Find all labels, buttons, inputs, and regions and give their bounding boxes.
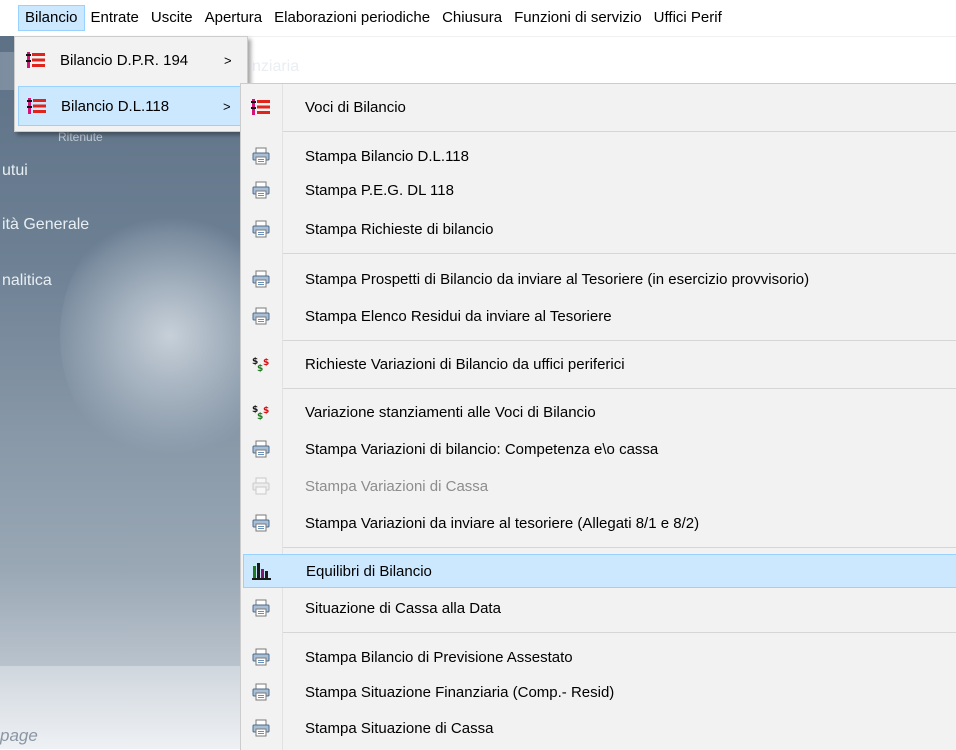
dollar-icon: $ $ $ bbox=[243, 403, 279, 421]
printer-icon bbox=[243, 147, 279, 165]
list-red-icon bbox=[18, 51, 54, 69]
printer-icon bbox=[243, 599, 279, 617]
menu-bar: Bilancio Entrate Uscite Apertura Elabora… bbox=[0, 0, 956, 37]
submenu-item-label: Bilancio D.L.118 bbox=[61, 97, 170, 115]
menu-item-label: Voci di Bilancio bbox=[305, 98, 406, 116]
menu-item-stampa-situazione-finanziaria[interactable]: Stampa Situazione Finanziaria (Comp.- Re… bbox=[243, 675, 956, 709]
printer-icon bbox=[243, 307, 279, 325]
printer-icon bbox=[243, 477, 279, 495]
menu-item-label: Stampa Elenco Residui da inviare al Teso… bbox=[305, 307, 612, 325]
menu-item-label: Stampa Richieste di bilancio bbox=[305, 220, 494, 238]
nav-item-contabilita-generale[interactable]: ità Generale bbox=[2, 216, 89, 234]
menu-item-label: Stampa Prospetti di Bilancio da inviare … bbox=[305, 270, 810, 288]
menu-item-stampa-bilancio-dl118[interactable]: Stampa Bilancio D.L.118 bbox=[243, 139, 956, 173]
printer-icon bbox=[243, 220, 279, 238]
svg-text:$: $ bbox=[263, 358, 269, 368]
nav-item-mutui[interactable]: utui bbox=[2, 162, 28, 180]
menu-separator bbox=[283, 632, 956, 633]
bar-chart-icon bbox=[244, 562, 280, 580]
menu-item-label: Stampa Situazione di Cassa bbox=[305, 719, 494, 737]
menu-item-richieste-variazioni[interactable]: $ $ $ Richieste Variazioni di Bilancio da … bbox=[243, 347, 956, 381]
menu-separator bbox=[283, 388, 956, 389]
menu-item-stampa-variazioni-bilancio[interactable]: Stampa Variazioni di bilancio: Competenz… bbox=[243, 432, 956, 466]
menu-separator bbox=[283, 131, 956, 132]
menu-item-label: Stampa Bilancio D.L.118 bbox=[305, 147, 469, 165]
menu-uffici-periferici[interactable]: Uffici Perif bbox=[648, 5, 728, 31]
menu-item-label: Stampa P.E.G. DL 118 bbox=[305, 181, 454, 199]
printer-icon bbox=[243, 514, 279, 532]
band-text-right: nziaria bbox=[252, 58, 300, 75]
menu-item-stampa-variazioni-cassa: Stampa Variazioni di Cassa bbox=[243, 469, 956, 503]
home-page-link[interactable]: page bbox=[0, 726, 38, 746]
menu-item-label: Stampa Variazioni di bilancio: Competenz… bbox=[305, 440, 659, 458]
printer-icon bbox=[243, 683, 279, 701]
decorative-image bbox=[60, 206, 248, 466]
menu-item-stampa-variazioni-tesoriere[interactable]: Stampa Variazioni da inviare al tesorier… bbox=[243, 506, 956, 540]
printer-icon bbox=[243, 270, 279, 288]
menu-item-voci-di-bilancio[interactable]: Voci di Bilancio bbox=[243, 90, 956, 124]
menu-item-stampa-prospetti-di-bilancio[interactable]: Stampa Prospetti di Bilancio da inviare … bbox=[243, 262, 956, 296]
menu-item-label: Richieste Variazioni di Bilancio da uffi… bbox=[305, 355, 625, 373]
printer-icon bbox=[243, 719, 279, 737]
dollar-icon: $ $ $ bbox=[243, 355, 279, 373]
nav-item-analitica[interactable]: nalitica bbox=[2, 272, 52, 290]
printer-icon bbox=[243, 440, 279, 458]
bilancio-dl118-submenu: Voci di Bilancio Stampa Bilancio D.L.118… bbox=[240, 83, 956, 750]
submenu-item-label: Bilancio D.P.R. 194 bbox=[60, 51, 189, 69]
svg-text:$: $ bbox=[263, 406, 269, 416]
menu-item-label: Stampa Situazione Finanziaria (Comp.- Re… bbox=[305, 683, 615, 701]
menu-bilancio[interactable]: Bilancio bbox=[18, 5, 85, 31]
background-app-panel: nziaria Ritenute utui ità Generale nalit… bbox=[0, 36, 248, 749]
menu-item-stampa-peg-dl118[interactable]: Stampa P.E.G. DL 118 bbox=[243, 173, 956, 207]
list-red-icon bbox=[19, 97, 55, 115]
submenu-item-bilancio-dl-118[interactable]: Bilancio D.L.118 > bbox=[18, 86, 244, 126]
menu-separator bbox=[283, 340, 956, 341]
menu-item-stampa-situazione-di-cassa[interactable]: Stampa Situazione di Cassa bbox=[243, 711, 956, 745]
menu-item-variazione-stanziamenti[interactable]: $ $ $ Variazione stanziamenti alle Voci di… bbox=[243, 395, 956, 429]
printer-icon bbox=[243, 181, 279, 199]
menu-item-label: Variazione stanziamenti alle Voci di Bil… bbox=[305, 403, 596, 421]
chevron-right-icon: > bbox=[224, 52, 232, 68]
menu-apertura[interactable]: Apertura bbox=[199, 5, 269, 31]
menu-item-stampa-elenco-residui[interactable]: Stampa Elenco Residui da inviare al Teso… bbox=[243, 299, 956, 333]
printer-icon bbox=[243, 648, 279, 666]
list-red-icon bbox=[243, 98, 279, 116]
menu-item-situazione-di-cassa-alla-data[interactable]: Situazione di Cassa alla Data bbox=[243, 591, 956, 625]
menu-separator bbox=[283, 547, 956, 548]
menu-item-stampa-richieste-di-bilancio[interactable]: Stampa Richieste di bilancio bbox=[243, 212, 956, 246]
menu-item-label: Stampa Variazioni da inviare al tesorier… bbox=[305, 514, 700, 532]
menu-chiusura[interactable]: Chiusura bbox=[436, 5, 508, 31]
menu-item-equilibri-di-bilancio[interactable]: Equilibri di Bilancio bbox=[243, 554, 956, 588]
menu-item-label: Situazione di Cassa alla Data bbox=[305, 599, 501, 617]
menu-entrate[interactable]: Entrate bbox=[85, 5, 145, 31]
submenu-item-bilancio-dpr-194[interactable]: Bilancio D.P.R. 194 > bbox=[18, 40, 244, 80]
menu-funzioni-di-servizio[interactable]: Funzioni di servizio bbox=[508, 5, 648, 31]
menu-elaborazioni-periodiche[interactable]: Elaborazioni periodiche bbox=[268, 5, 436, 31]
menu-uscite[interactable]: Uscite bbox=[145, 5, 199, 31]
menu-item-label: Stampa Bilancio di Previsione Assestato bbox=[305, 648, 573, 666]
small-label: Ritenute bbox=[58, 130, 103, 144]
menu-item-label: Stampa Variazioni di Cassa bbox=[305, 477, 489, 495]
menu-separator bbox=[283, 253, 956, 254]
menu-item-label: Equilibri di Bilancio bbox=[306, 562, 432, 580]
menu-item-stampa-bilancio-previsione-assestato[interactable]: Stampa Bilancio di Previsione Assestato bbox=[243, 640, 956, 674]
bilancio-dropdown: Bilancio D.P.R. 194 > Bilancio D.L.118 > bbox=[14, 36, 248, 132]
